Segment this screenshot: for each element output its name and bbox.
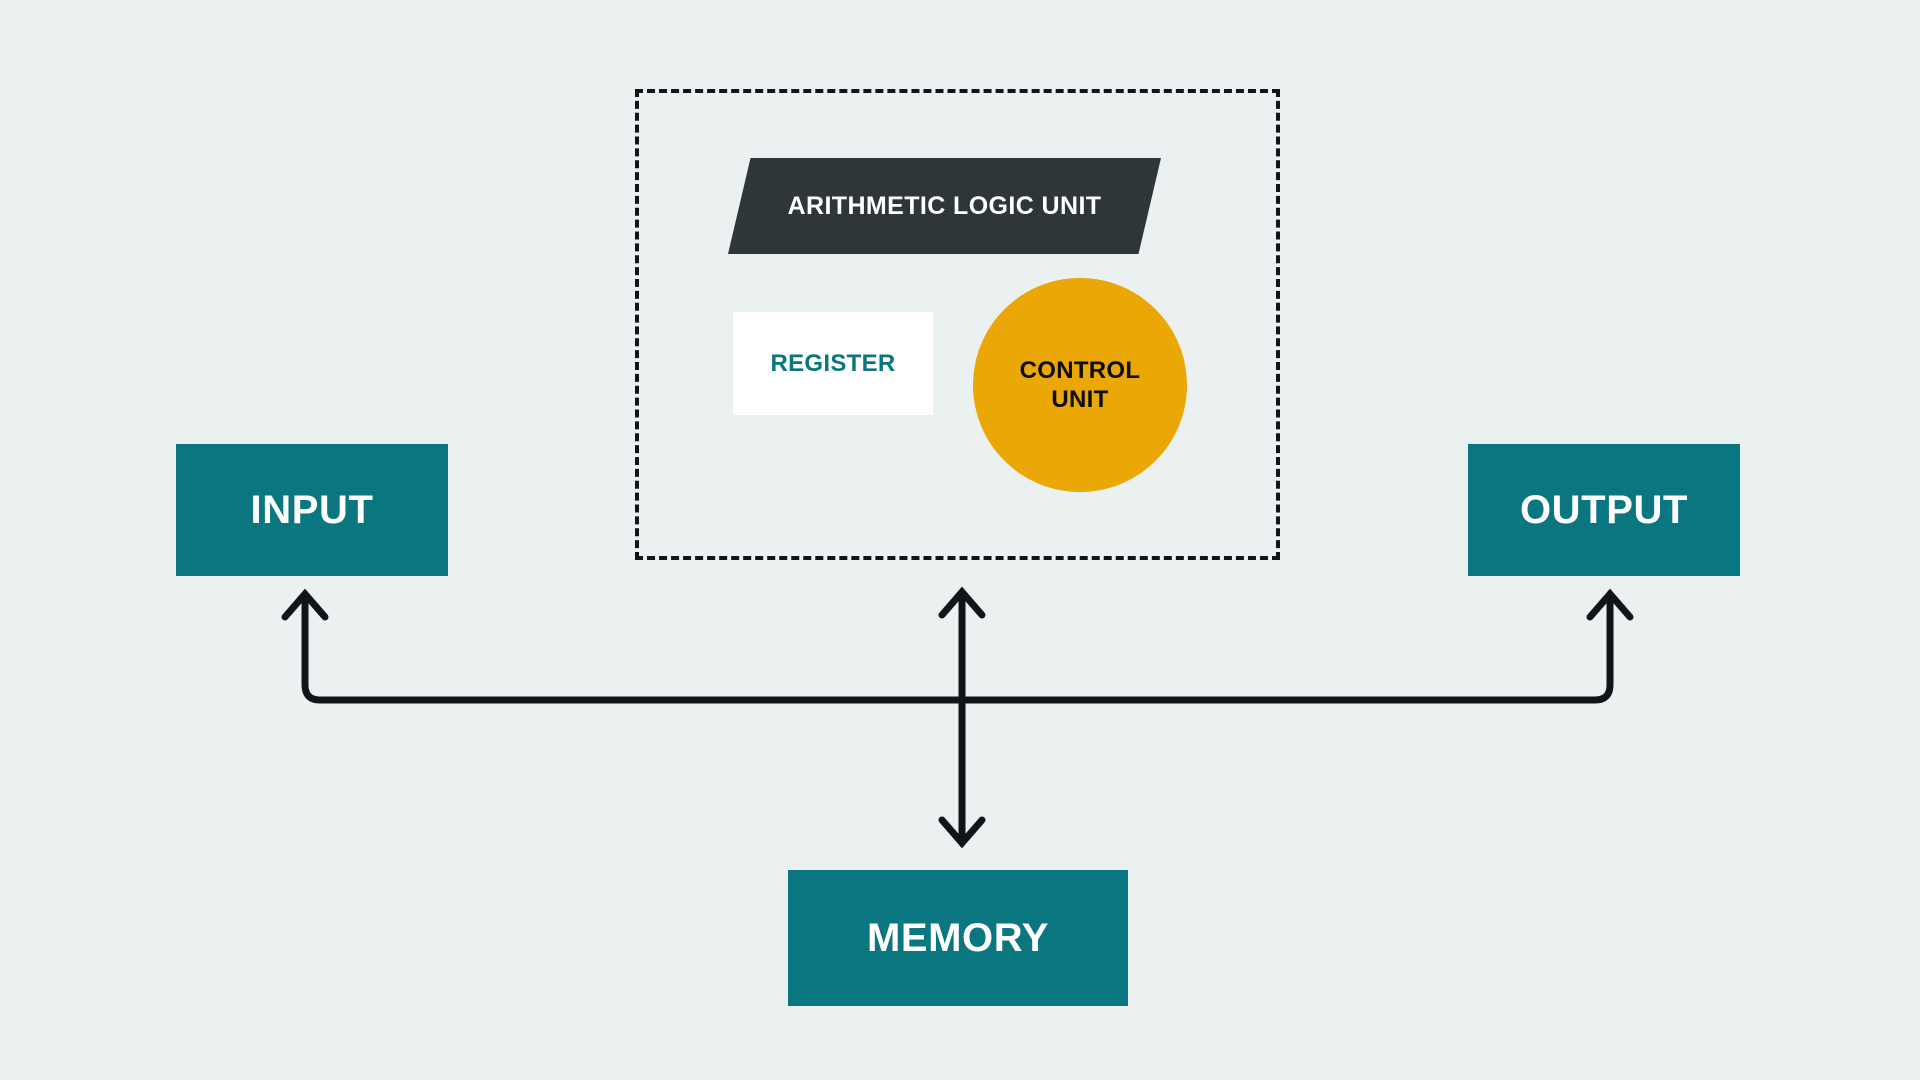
control-unit-label-line1: CONTROL bbox=[1019, 356, 1141, 384]
register-block[interactable]: REGISTER bbox=[733, 312, 933, 415]
input-label: INPUT bbox=[250, 487, 374, 532]
arrowhead-input-icon bbox=[281, 588, 329, 621]
system-bus-path bbox=[301, 595, 1614, 704]
control-unit-block[interactable]: CONTROL UNIT bbox=[973, 278, 1187, 492]
diagram-canvas: ARITHMETIC LOGIC UNIT REGISTER CONTROL U… bbox=[0, 0, 1920, 1080]
arrowhead-output-icon bbox=[1586, 588, 1634, 621]
arrowhead-cpu-icon bbox=[938, 586, 986, 619]
memory-block[interactable]: MEMORY bbox=[788, 870, 1128, 1006]
output-label: OUTPUT bbox=[1519, 487, 1689, 532]
arrowhead-memory-icon bbox=[938, 816, 986, 849]
memory-label: MEMORY bbox=[866, 915, 1050, 960]
arithmetic-logic-unit-label: ARITHMETIC LOGIC UNIT bbox=[787, 191, 1102, 220]
register-label: REGISTER bbox=[770, 349, 896, 377]
output-block[interactable]: OUTPUT bbox=[1468, 444, 1740, 576]
control-unit-label-line2: UNIT bbox=[1051, 386, 1109, 413]
input-block[interactable]: INPUT bbox=[176, 444, 448, 576]
arithmetic-logic-unit-block[interactable]: ARITHMETIC LOGIC UNIT bbox=[728, 158, 1161, 254]
